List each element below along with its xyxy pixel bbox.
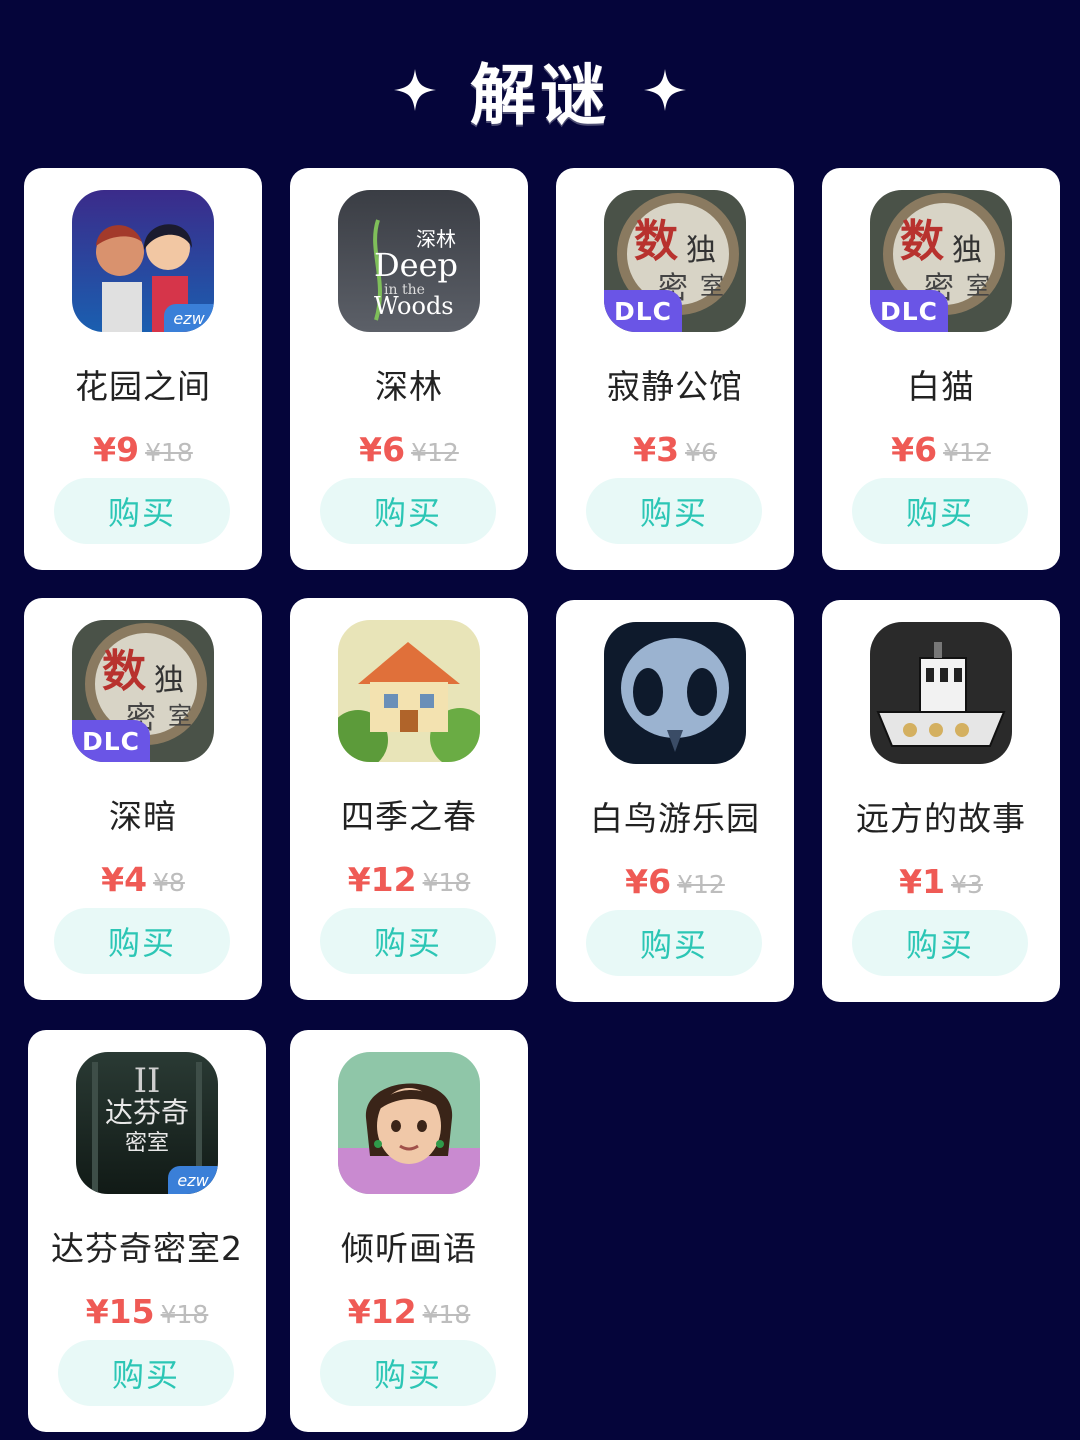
buy-button[interactable]: 购买 [320, 1340, 496, 1406]
icon-text: 独 [686, 233, 716, 268]
buy-button[interactable]: 购买 [320, 908, 496, 974]
original-price: ¥6 [685, 438, 717, 467]
sale-price: ¥12 [347, 860, 417, 899]
icon-text: 数 [900, 216, 944, 267]
original-price: ¥18 [160, 1300, 209, 1329]
original-price: ¥12 [411, 438, 459, 467]
sale-price: ¥1 [899, 862, 946, 901]
magnifier-puzzle-icon: 数 独 密 室 DLC [72, 620, 214, 762]
game-card[interactable]: 深林 Deep in the Woods 深林 ¥6 ¥12 购买 [290, 168, 528, 570]
icon-text: 数 [102, 646, 146, 697]
icon-text: II [134, 1061, 161, 1101]
icon-text: 独 [154, 663, 184, 698]
game-name: 白鸟游乐园 [590, 799, 760, 838]
price-row: ¥1 ¥3 [822, 862, 1060, 901]
price-row: ¥6 ¥12 [556, 862, 794, 901]
sale-price: ¥12 [347, 1292, 417, 1331]
sparkle-icon [394, 69, 436, 111]
game-name: 花园之间 [75, 367, 211, 406]
game-card[interactable]: 远方的故事 ¥1 ¥3 购买 [822, 600, 1060, 1002]
buy-button[interactable]: 购买 [852, 910, 1028, 976]
game-card[interactable]: 倾听画语 ¥12 ¥18 购买 [290, 1030, 528, 1432]
buy-button[interactable]: 购买 [852, 478, 1028, 544]
buy-button[interactable]: 购买 [320, 478, 496, 544]
boat-icon [870, 622, 1012, 764]
icon-text: 密室 [125, 1131, 169, 1156]
girl-portrait-icon [338, 1052, 480, 1194]
buy-button[interactable]: 购买 [54, 478, 230, 544]
game-card[interactable]: 数 独 密 室 DLC 白猫 ¥6 ¥12 购买 [822, 168, 1060, 570]
ezw-badge: ezw [168, 1166, 218, 1194]
magnifier-puzzle-icon: 数 独 密 室 DLC [870, 190, 1012, 332]
section-header: 解谜 [0, 40, 1080, 140]
original-price: ¥3 [951, 870, 983, 899]
buy-button[interactable]: 购买 [586, 910, 762, 976]
price-row: ¥12 ¥18 [290, 1292, 528, 1331]
magnifier-puzzle-icon: 数 独 密 室 DLC [604, 190, 746, 332]
section-title: 解谜 [470, 57, 610, 134]
game-name: 深暗 [109, 797, 177, 836]
price-row: ¥15 ¥18 [28, 1292, 266, 1331]
game-card[interactable]: 数 独 密 室 DLC 深暗 ¥4 ¥8 购买 [24, 598, 262, 1000]
sale-price: ¥9 [93, 430, 140, 469]
sparkle-icon [644, 69, 686, 111]
game-name: 深林 [375, 367, 443, 406]
icon-text: 独 [952, 233, 982, 268]
sale-price: ¥6 [625, 862, 672, 901]
game-name: 远方的故事 [856, 799, 1026, 838]
icon-text: Woods [374, 292, 454, 320]
game-name: 白猫 [907, 367, 975, 406]
game-name: 寂静公馆 [607, 367, 743, 406]
game-name: 四季之春 [341, 797, 477, 836]
game-card[interactable]: ezw 花园之间 ¥9 ¥18 购买 [24, 168, 262, 570]
davinci-room-icon: 达芬奇 密室 II ezw [76, 1052, 218, 1194]
original-price: ¥12 [943, 438, 991, 467]
icon-text: 数 [634, 216, 678, 267]
buy-button[interactable]: 购买 [586, 478, 762, 544]
sale-price: ¥4 [101, 860, 148, 899]
buy-button[interactable]: 购买 [58, 1340, 234, 1406]
original-price: ¥18 [145, 438, 193, 467]
original-price: ¥8 [153, 868, 185, 897]
price-row: ¥4 ¥8 [24, 860, 262, 899]
sale-price: ¥6 [891, 430, 938, 469]
dlc-badge: DLC [870, 290, 948, 332]
original-price: ¥18 [422, 1300, 471, 1329]
ezw-badge: ezw [164, 304, 214, 332]
icon-text: Deep [374, 246, 458, 284]
dlc-badge: DLC [604, 290, 682, 332]
sale-price: ¥6 [359, 430, 406, 469]
game-name: 倾听画语 [341, 1229, 477, 1268]
buy-button[interactable]: 购买 [54, 908, 230, 974]
deep-in-the-woods-icon: 深林 Deep in the Woods [338, 190, 480, 332]
price-row: ¥3 ¥6 [556, 430, 794, 469]
game-card[interactable]: 白鸟游乐园 ¥6 ¥12 购买 [556, 600, 794, 1002]
icon-text: 室 [700, 272, 724, 300]
sale-price: ¥15 [85, 1292, 155, 1331]
bird-skull-icon [604, 622, 746, 764]
original-price: ¥18 [422, 868, 471, 897]
game-card[interactable]: 四季之春 ¥12 ¥18 购买 [290, 598, 528, 1000]
original-price: ¥12 [677, 870, 725, 899]
price-row: ¥6 ¥12 [290, 430, 528, 469]
game-name: 达芬奇密室2 [51, 1229, 243, 1268]
icon-text: 室 [168, 702, 192, 730]
sale-price: ¥3 [633, 430, 680, 469]
house-icon [338, 620, 480, 762]
game-card[interactable]: 达芬奇 密室 II ezw 达芬奇密室2 ¥15 ¥18 购买 [28, 1030, 266, 1432]
dlc-badge: DLC [72, 720, 150, 762]
garden-between-icon: ezw [72, 190, 214, 332]
price-row: ¥12 ¥18 [290, 860, 528, 899]
price-row: ¥6 ¥12 [822, 430, 1060, 469]
icon-text: 室 [966, 272, 990, 300]
game-card[interactable]: 数 独 密 室 DLC 寂静公馆 ¥3 ¥6 购买 [556, 168, 794, 570]
price-row: ¥9 ¥18 [24, 430, 262, 469]
